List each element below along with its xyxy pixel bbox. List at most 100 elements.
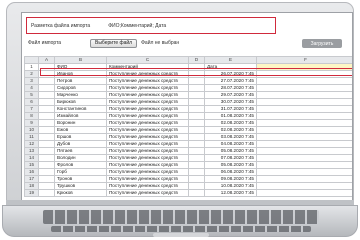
name-cell[interactable]: Марченко <box>54 91 107 99</box>
date-cell[interactable]: 02.08.2020 7:45 <box>204 119 257 127</box>
empty-cell[interactable] <box>188 91 205 99</box>
empty-cell[interactable] <box>38 189 55 197</box>
empty-cell[interactable] <box>38 168 55 176</box>
empty-cell[interactable] <box>188 140 205 148</box>
empty-cell[interactable] <box>256 182 352 190</box>
column-letter[interactable]: E <box>204 56 257 64</box>
empty-cell[interactable] <box>38 98 55 106</box>
row-number[interactable]: 11 <box>24 133 39 141</box>
comment-cell[interactable]: Поступление денежных средств <box>106 133 189 141</box>
empty-cell[interactable] <box>38 91 55 99</box>
empty-cell[interactable] <box>256 126 352 134</box>
empty-cell[interactable] <box>188 126 205 134</box>
date-cell[interactable]: 28.07.2020 7:45 <box>204 84 257 92</box>
comment-cell[interactable]: Поступление денежных средств <box>106 154 189 162</box>
empty-cell[interactable] <box>256 98 352 106</box>
row-number[interactable]: 17 <box>24 175 39 183</box>
empty-cell[interactable] <box>188 189 205 197</box>
row-number[interactable]: 16 <box>24 168 39 176</box>
empty-cell[interactable] <box>38 161 55 169</box>
date-cell[interactable]: 09.08.2020 7:45 <box>204 175 257 183</box>
name-cell[interactable]: Крюков <box>54 189 107 197</box>
empty-cell[interactable] <box>188 77 205 85</box>
date-cell[interactable]: 07.08.2020 7:45 <box>204 154 257 162</box>
empty-cell[interactable] <box>188 84 205 92</box>
name-cell[interactable]: Дубов <box>54 140 107 148</box>
comment-cell[interactable]: Поступление денежных средств <box>106 126 189 134</box>
date-cell[interactable]: 27.07.2020 7:45 <box>204 77 257 85</box>
comment-cell[interactable]: Поступление денежных средств <box>106 147 189 155</box>
template-value[interactable]: ФИО;Комментарий; Дата <box>108 23 166 29</box>
date-cell[interactable]: 31.07.2020 7:45 <box>204 105 257 113</box>
empty-cell[interactable] <box>38 77 55 85</box>
row-number[interactable]: 19 <box>24 189 39 197</box>
column-letter[interactable]: B <box>54 56 107 64</box>
date-cell[interactable]: 03.08.2020 7:45 <box>204 133 257 141</box>
name-cell[interactable]: Бирюков <box>54 98 107 106</box>
date-cell[interactable]: 10.08.2020 7:45 <box>204 182 257 190</box>
name-cell[interactable]: Ершов <box>54 133 107 141</box>
row-number[interactable]: 1 <box>24 63 39 71</box>
comment-cell[interactable]: Поступление денежных средств <box>106 77 189 85</box>
row-number[interactable]: 12 <box>24 140 39 148</box>
column-letter[interactable]: A <box>38 56 55 64</box>
date-cell[interactable]: 12.08.2020 7:45 <box>204 189 257 197</box>
header-cell[interactable] <box>188 63 205 71</box>
name-cell[interactable]: Фролов <box>54 161 107 169</box>
empty-cell[interactable] <box>38 175 55 183</box>
column-letter[interactable]: D <box>188 56 205 64</box>
empty-cell[interactable] <box>256 84 352 92</box>
date-cell[interactable]: 05.08.2020 7:45 <box>204 161 257 169</box>
empty-cell[interactable] <box>256 161 352 169</box>
row-number[interactable]: 15 <box>24 161 39 169</box>
row-number[interactable]: 3 <box>24 77 39 85</box>
empty-cell[interactable] <box>256 119 352 127</box>
empty-cell[interactable] <box>38 140 55 148</box>
empty-cell[interactable] <box>188 168 205 176</box>
row-number[interactable]: 7 <box>24 105 39 113</box>
row-number[interactable]: 5 <box>24 91 39 99</box>
row-number[interactable]: 6 <box>24 98 39 106</box>
column-letter[interactable]: F <box>256 56 352 64</box>
row-number[interactable]: 8 <box>24 112 39 120</box>
header-cell[interactable]: ФИО <box>54 63 107 71</box>
load-button[interactable]: Загрузить <box>302 39 342 48</box>
comment-cell[interactable]: Поступление денежных средств <box>106 175 189 183</box>
header-cell[interactable] <box>38 63 55 71</box>
corner-cell[interactable] <box>24 56 39 64</box>
name-cell[interactable]: Петров <box>54 77 107 85</box>
empty-cell[interactable] <box>38 182 55 190</box>
choose-file-button[interactable]: Выберите файл <box>90 38 138 48</box>
date-cell[interactable]: 29.07.2020 7:45 <box>204 91 257 99</box>
row-number[interactable]: 10 <box>24 126 39 134</box>
empty-cell[interactable] <box>256 70 352 78</box>
empty-cell[interactable] <box>256 189 352 197</box>
row-number[interactable]: 9 <box>24 119 39 127</box>
empty-cell[interactable] <box>38 112 55 120</box>
empty-cell[interactable] <box>188 154 205 162</box>
header-cell[interactable]: Комментарий <box>106 63 189 71</box>
empty-cell[interactable] <box>188 161 205 169</box>
empty-cell[interactable] <box>256 105 352 113</box>
empty-cell[interactable] <box>188 182 205 190</box>
name-cell[interactable]: Пятаев <box>54 147 107 155</box>
name-cell[interactable]: Сидоров <box>54 84 107 92</box>
comment-cell[interactable]: Поступление денежных средств <box>106 189 189 197</box>
empty-cell[interactable] <box>256 154 352 162</box>
name-cell[interactable]: Измайлов <box>54 112 107 120</box>
date-cell[interactable]: 30.07.2020 7:45 <box>204 98 257 106</box>
empty-cell[interactable] <box>256 147 352 155</box>
name-cell[interactable]: Константинов <box>54 105 107 113</box>
empty-cell[interactable] <box>188 70 205 78</box>
date-cell[interactable]: 05.08.2020 7:45 <box>204 147 257 155</box>
empty-cell[interactable] <box>256 175 352 183</box>
date-cell[interactable]: 02.08.2020 7:45 <box>204 126 257 134</box>
comment-cell[interactable]: Поступление денежных средств <box>106 112 189 120</box>
empty-cell[interactable] <box>188 112 205 120</box>
name-cell[interactable]: Володин <box>54 154 107 162</box>
comment-cell[interactable]: Поступление денежных средств <box>106 98 189 106</box>
name-cell[interactable]: Тронов <box>54 175 107 183</box>
empty-cell[interactable] <box>256 168 352 176</box>
empty-cell[interactable] <box>188 133 205 141</box>
row-number[interactable]: 4 <box>24 84 39 92</box>
